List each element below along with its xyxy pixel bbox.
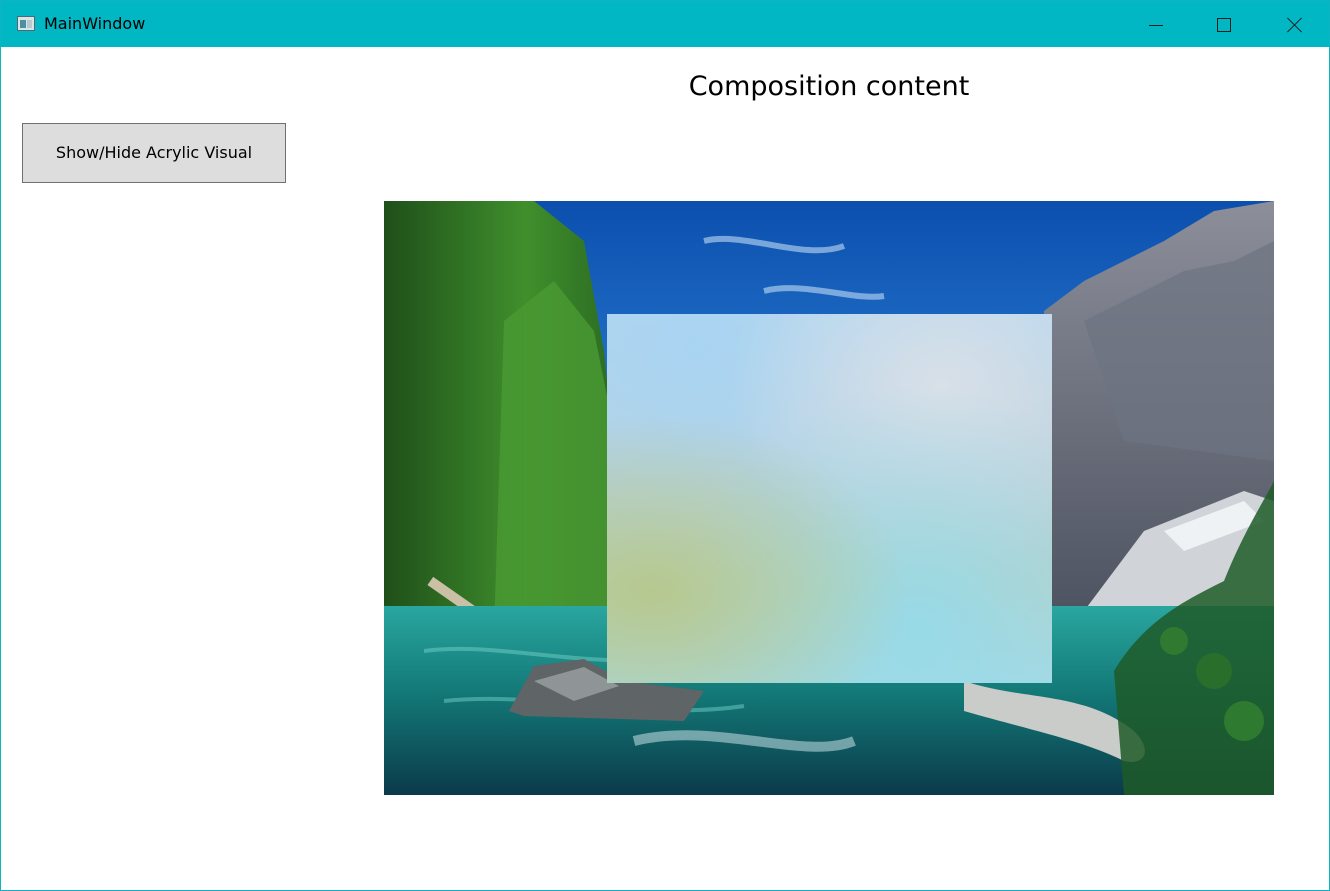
maximize-icon <box>1217 18 1231 32</box>
composition-heading: Composition content <box>688 71 970 102</box>
main-window: MainWindow Composition content Show/Hide… <box>0 0 1330 891</box>
title-bar[interactable]: MainWindow <box>1 1 1329 47</box>
maximize-button[interactable] <box>1201 1 1247 47</box>
window-title: MainWindow <box>44 14 146 33</box>
minimize-icon <box>1149 25 1163 26</box>
minimize-button[interactable] <box>1133 1 1179 47</box>
close-button[interactable] <box>1271 1 1317 47</box>
close-icon <box>1287 17 1303 33</box>
acrylic-visual-panel <box>607 314 1052 683</box>
show-hide-acrylic-button[interactable]: Show/Hide Acrylic Visual <box>22 123 286 183</box>
app-window-icon <box>17 16 35 31</box>
